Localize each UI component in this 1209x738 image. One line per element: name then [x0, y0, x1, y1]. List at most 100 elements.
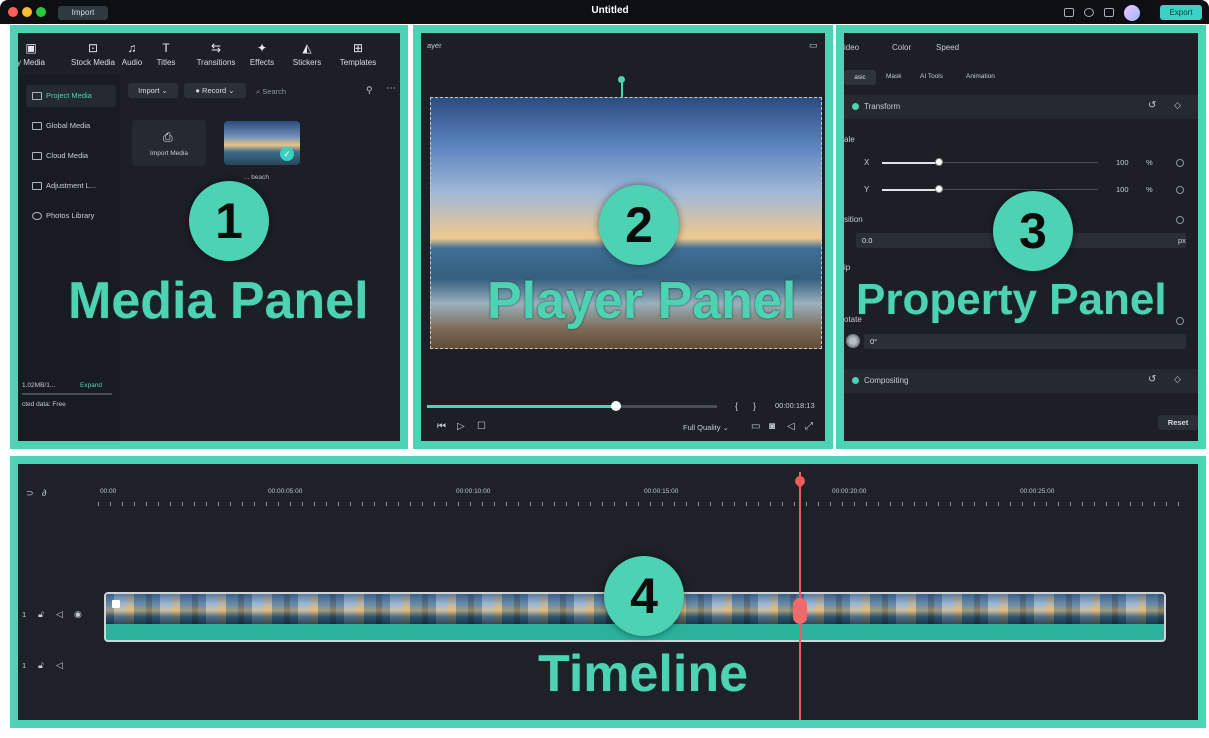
filter-icon[interactable]: ⚲: [366, 85, 373, 96]
sidebar-item-global-media[interactable]: Global Media: [26, 115, 116, 137]
sidebar-item-project-media[interactable]: Project Media: [26, 85, 116, 107]
toolbar-titles[interactable]: T Titles: [146, 41, 186, 67]
reset-compositing-icon[interactable]: ↺: [1148, 374, 1156, 385]
keyframe-icon[interactable]: [1176, 159, 1184, 167]
more-icon[interactable]: ⋯: [386, 83, 396, 94]
keyframe-icon[interactable]: ◇: [1174, 100, 1181, 111]
thumbnail-caption: ... beach: [244, 174, 269, 181]
stop-icon[interactable]: ☐: [477, 421, 486, 432]
templates-icon: ⊞: [352, 41, 364, 55]
play-icon[interactable]: ▷: [457, 421, 465, 432]
rotate-input[interactable]: 0°: [864, 334, 1186, 349]
fullscreen-icon[interactable]: ⤢: [805, 421, 813, 432]
position-label: sition: [844, 215, 863, 224]
scale-x-slider-track[interactable]: [938, 162, 1098, 163]
transform-section[interactable]: Transform ↺ ◇: [844, 95, 1198, 119]
timeline-panel: ⊃ ∂ 00:00 00:00:05:00 00:00:10:00 00:00:…: [10, 456, 1206, 728]
position-unit: px: [1178, 236, 1186, 245]
camera-icon[interactable]: ◙: [769, 421, 775, 432]
time-position: 00:00:18:13: [775, 401, 815, 410]
snapshot-icon[interactable]: ▭: [809, 40, 818, 51]
keyframe-icon[interactable]: [1176, 317, 1184, 325]
quality-dropdown[interactable]: Full Quality ⌄: [683, 423, 729, 432]
eye-icon[interactable]: ◉: [74, 609, 82, 620]
record-dropdown[interactable]: ● Record ⌄: [184, 83, 246, 98]
timecode-label: 00:00:05:00: [268, 488, 303, 495]
toolbar-stickers[interactable]: ◭ Stickers: [280, 41, 334, 67]
avatar[interactable]: [1124, 5, 1140, 21]
scale-y-slider-fill: [882, 189, 938, 191]
y-label: Y: [864, 185, 870, 194]
import-dropdown[interactable]: Import ⌄: [128, 83, 178, 98]
toolbar-my-media[interactable]: ▣ y Media: [18, 41, 58, 67]
scale-x-unit: %: [1146, 158, 1153, 167]
compositing-section[interactable]: Compositing ↺ ◇: [844, 369, 1198, 393]
snap-icon[interactable]: ⊃: [26, 488, 34, 499]
player-panel: ayer ▭ 2 Player Panel { } 00:00:18:13 ⏮ …: [413, 25, 833, 449]
minimize-window-button[interactable]: [22, 7, 32, 17]
mark-in-icon[interactable]: {: [735, 401, 738, 411]
lock-icon[interactable]: 🔓︎: [38, 609, 44, 620]
subtab-animation[interactable]: Animation: [966, 73, 995, 80]
audio-icon[interactable]: ◁: [56, 660, 63, 671]
close-window-button[interactable]: [8, 7, 18, 17]
subtab-mask[interactable]: Mask: [886, 73, 902, 80]
zoom-window-button[interactable]: [36, 7, 46, 17]
folder-icon: [32, 122, 42, 130]
reset-button[interactable]: Reset: [1158, 415, 1198, 430]
check-icon: ✓: [280, 147, 294, 161]
toolbar-templates[interactable]: ⊞ Templates: [328, 41, 388, 67]
timecode-label: 00:00:15:00: [644, 488, 679, 495]
scale-y-value[interactable]: 100: [1116, 185, 1129, 194]
lock-icon[interactable]: 🔓︎: [38, 660, 44, 671]
keyframe-icon[interactable]: [1176, 186, 1184, 194]
scale-x-slider-knob[interactable]: [935, 158, 943, 166]
tab-speed[interactable]: Speed: [936, 43, 959, 52]
keyframe-icon[interactable]: [1176, 216, 1184, 224]
sidebar-item-adjustment-layer[interactable]: Adjustment L...: [26, 175, 116, 197]
expand-link[interactable]: Expand: [80, 382, 102, 389]
timeline-callout: Timeline: [538, 645, 749, 703]
scale-x-value[interactable]: 100: [1116, 158, 1129, 167]
display-icon[interactable]: ▭: [751, 421, 760, 432]
tab-video[interactable]: ideo: [844, 43, 859, 52]
panel-separator: [10, 449, 1206, 456]
rotation-handle-knob[interactable]: [618, 76, 625, 83]
time-ruler[interactable]: [98, 502, 1188, 506]
import-media-tile[interactable]: ⎙ Import Media: [132, 120, 206, 166]
media-sidebar: Project Media Global Media Cloud Media A…: [18, 75, 120, 441]
sidebar-item-photos-library[interactable]: Photos Library: [26, 205, 116, 227]
rotate-dial[interactable]: [846, 334, 860, 348]
search-input[interactable]: ⌕ Search: [256, 87, 286, 97]
step-back-icon[interactable]: ⏮: [437, 421, 446, 432]
scale-y-slider-track[interactable]: [938, 189, 1098, 190]
subtab-basic[interactable]: asic: [844, 70, 876, 85]
cloud-icon[interactable]: [1084, 8, 1094, 17]
sidebar-item-cloud-media[interactable]: Cloud Media: [26, 145, 116, 167]
playhead-handle[interactable]: [792, 473, 808, 489]
compositing-toggle[interactable]: [852, 377, 859, 384]
scale-y-slider-knob[interactable]: [935, 185, 943, 193]
keyframe-icon[interactable]: ◇: [1174, 374, 1181, 385]
timecode-label: 00:00:25:00: [1020, 488, 1055, 495]
callout-number-2: 2: [599, 185, 679, 265]
transform-toggle[interactable]: [852, 103, 859, 110]
audio-icon[interactable]: ◁: [56, 609, 63, 620]
link-icon[interactable]: ∂: [42, 488, 46, 498]
toolbar-transitions[interactable]: ⇆ Transitions: [184, 41, 248, 67]
media-panel: ▣ y Media ⊡ Stock Media ♫ Audio T Titles ⇆ Tr…: [10, 25, 408, 449]
reset-transform-icon[interactable]: ↺: [1148, 100, 1156, 111]
import-tab[interactable]: Import: [58, 6, 108, 20]
tab-color[interactable]: Color: [892, 43, 911, 52]
track-number: 1: [22, 610, 27, 619]
property-panel: ideo Color Speed asic Mask AI Tools Anim…: [836, 25, 1206, 449]
playback-progress-knob[interactable]: [611, 401, 621, 411]
monitor-icon[interactable]: [1064, 8, 1074, 17]
split-marker[interactable]: [793, 598, 807, 624]
volume-icon[interactable]: ◁: [787, 421, 795, 432]
grid-icon[interactable]: [1104, 8, 1114, 17]
export-button[interactable]: Export: [1160, 5, 1202, 20]
mark-out-icon[interactable]: }: [753, 401, 756, 411]
toolbar-effects[interactable]: ✦ Effects: [240, 41, 284, 67]
subtab-ai-tools[interactable]: AI Tools: [920, 73, 943, 80]
